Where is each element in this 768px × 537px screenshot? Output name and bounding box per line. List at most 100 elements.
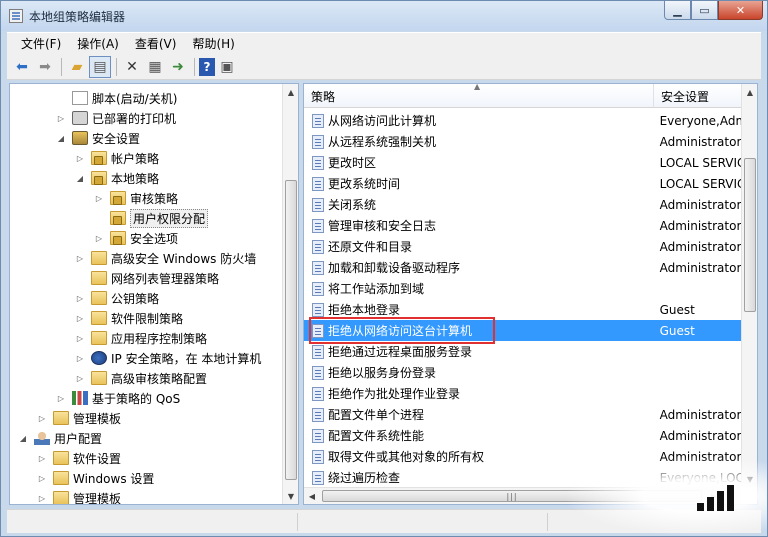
scroll-down-arrow-icon[interactable]: ▼ <box>283 488 299 504</box>
table-row[interactable]: 配置文件单个进程 Administrators <box>304 404 741 425</box>
expand-arrow-icon[interactable]: ▷ <box>37 474 47 483</box>
folder-lock-icon <box>110 211 126 225</box>
folder-icon <box>91 371 107 385</box>
list-scroll-thumb[interactable] <box>744 158 756 312</box>
tree-item[interactable]: 用户权限分配 <box>94 208 209 228</box>
expand-arrow-icon[interactable]: ▷ <box>37 454 47 463</box>
tree-item[interactable]: ▷ IP 安全策略，在 本地计算机 <box>75 348 261 368</box>
table-row[interactable]: 更改时区 LOCAL SERVIC <box>304 152 741 173</box>
scroll-left-arrow-icon[interactable]: ◀ <box>304 488 320 504</box>
tree-item[interactable]: ▷ 管理模板 <box>37 488 121 504</box>
folder-icon <box>91 251 107 265</box>
toolbar: ⬅ ➡ ▰ ▤ ✕ ▦ ➜ ? ▣ <box>7 54 761 80</box>
table-row[interactable]: 加载和卸载设备驱动程序 Administrators <box>304 257 741 278</box>
tree-item[interactable]: ▷ 软件限制策略 <box>75 308 183 328</box>
table-row[interactable]: 配置文件系统性能 Administrators <box>304 425 741 446</box>
tree-item-label: 高级审核策略配置 <box>111 371 208 386</box>
back-arrow-icon[interactable]: ⬅ <box>11 56 33 78</box>
filter-view-icon[interactable]: ▣ <box>216 56 238 78</box>
tree-item[interactable]: ◢ 安全设置 <box>56 128 140 148</box>
export-list-icon[interactable]: ➜ <box>167 56 189 78</box>
policy-name: 将工作站添加到域 <box>328 282 425 296</box>
delete-icon[interactable]: ✕ <box>121 56 143 78</box>
tree-item[interactable]: ◢ 用户配置 <box>18 428 102 448</box>
show-hide-tree-icon[interactable]: ▤ <box>89 55 111 78</box>
tree-item[interactable]: 网络列表管理器策略 <box>75 268 219 288</box>
properties-icon[interactable]: ▦ <box>144 56 166 78</box>
expand-arrow-icon[interactable]: ▷ <box>75 294 85 303</box>
expand-arrow-icon[interactable]: ▷ <box>75 314 85 323</box>
expand-arrow-icon[interactable]: ▷ <box>75 154 85 163</box>
tree-item[interactable]: ▷ 管理模板 <box>37 408 121 428</box>
tree-scroll-thumb[interactable] <box>285 180 297 480</box>
expand-arrow-icon[interactable]: ▷ <box>75 374 85 383</box>
tree-item[interactable]: ▷ 帐户策略 <box>75 148 159 168</box>
list-vertical-scrollbar[interactable]: ▲ ▼ <box>741 84 757 487</box>
table-row[interactable]: 拒绝本地登录 Guest <box>304 299 741 320</box>
tree-vertical-scrollbar[interactable]: ▲ ▼ <box>282 84 298 504</box>
title-bar[interactable]: 本地组策略编辑器 ▁ ▭ ✕ <box>1 1 767 31</box>
policy-icon <box>312 449 324 464</box>
close-button[interactable]: ✕ <box>718 1 763 20</box>
table-row[interactable]: 管理审核和安全日志 Administrators <box>304 215 741 236</box>
expand-arrow-icon[interactable]: ▷ <box>94 194 104 203</box>
tree-item[interactable]: ▷ 安全选项 <box>94 228 178 248</box>
column-header-policy[interactable]: 策略 ▲ <box>304 82 654 108</box>
table-row[interactable]: 拒绝以服务身份登录 <box>304 362 741 383</box>
forward-arrow-icon[interactable]: ➡ <box>34 56 56 78</box>
policy-name: 更改时区 <box>328 156 377 170</box>
collapse-arrow-icon[interactable]: ◢ <box>75 174 85 183</box>
menu-action[interactable]: 操作(A) <box>69 35 127 52</box>
tree-item[interactable]: ▷ 软件设置 <box>37 448 121 468</box>
tree-item[interactable]: ▷ Windows 设置 <box>37 468 154 488</box>
table-row[interactable]: 拒绝作为批处理作业登录 <box>304 383 741 404</box>
policy-name: 配置文件系统性能 <box>328 429 425 443</box>
expand-arrow-icon[interactable]: ▷ <box>56 114 66 123</box>
table-row[interactable]: 还原文件和目录 Administrators <box>304 236 741 257</box>
scroll-up-arrow-icon[interactable]: ▲ <box>742 84 758 100</box>
policy-icon <box>312 281 324 296</box>
menu-view[interactable]: 查看(V) <box>127 35 185 52</box>
tree-item[interactable]: ◢ 本地策略 <box>75 168 159 188</box>
folder-icon <box>91 311 107 325</box>
expand-arrow-icon[interactable]: ▷ <box>94 234 104 243</box>
menu-help[interactable]: 帮助(H) <box>184 35 242 52</box>
scroll-up-arrow-icon[interactable]: ▲ <box>283 84 299 100</box>
tree-item[interactable]: ▷ 应用程序控制策略 <box>75 328 207 348</box>
maximize-button[interactable]: ▭ <box>691 1 718 20</box>
security-setting: Administrators <box>659 218 741 233</box>
table-row[interactable]: 从网络访问此计算机 Everyone,Adm <box>304 110 741 131</box>
table-row[interactable]: 拒绝从网络访问这台计算机 Guest <box>304 320 741 341</box>
folder-lock-icon <box>110 191 126 205</box>
collapse-arrow-icon[interactable]: ◢ <box>56 134 66 143</box>
tree-item[interactable]: ▷ 已部署的打印机 <box>56 108 176 128</box>
table-row[interactable]: 将工作站添加到域 <box>304 278 741 299</box>
table-row[interactable]: 拒绝通过远程桌面服务登录 <box>304 341 741 362</box>
table-row[interactable]: 从远程系统强制关机 Administrators <box>304 131 741 152</box>
expand-arrow-icon[interactable]: ▷ <box>75 354 85 363</box>
tree-item[interactable]: ▷ 审核策略 <box>94 188 178 208</box>
table-row[interactable]: 更改系统时间 LOCAL SERVIC <box>304 173 741 194</box>
expand-arrow-icon[interactable]: ▷ <box>75 254 85 263</box>
tree-item[interactable]: 脚本(启动/关机) <box>56 88 177 108</box>
tree-item[interactable]: ▷ 公钥策略 <box>75 288 159 308</box>
minimize-button[interactable]: ▁ <box>664 1 691 20</box>
folder-icon <box>53 471 69 485</box>
expand-arrow-icon[interactable]: ▷ <box>75 334 85 343</box>
table-row[interactable]: 关闭系统 Administrators <box>304 194 741 215</box>
policy-icon <box>312 344 324 359</box>
tree-item[interactable]: ▷ 高级安全 Windows 防火墙 <box>75 248 256 268</box>
tree-item[interactable]: ▷ 高级审核策略配置 <box>75 368 207 388</box>
tree-item[interactable]: ▷ 基于策略的 QoS <box>56 388 180 408</box>
policy-icon <box>312 197 324 212</box>
menu-file[interactable]: 文件(F) <box>13 35 69 52</box>
security-setting: Administrators <box>659 239 741 254</box>
up-folder-icon[interactable]: ▰ <box>66 56 88 78</box>
app-icon <box>9 9 23 23</box>
expand-arrow-icon[interactable]: ▷ <box>56 394 66 403</box>
help-icon[interactable]: ? <box>199 57 215 76</box>
column-header-security-setting[interactable]: 安全设置 <box>654 84 741 108</box>
collapse-arrow-icon[interactable]: ◢ <box>18 434 28 443</box>
expand-arrow-icon[interactable]: ▷ <box>37 414 47 423</box>
expand-arrow-icon[interactable]: ▷ <box>37 494 47 503</box>
